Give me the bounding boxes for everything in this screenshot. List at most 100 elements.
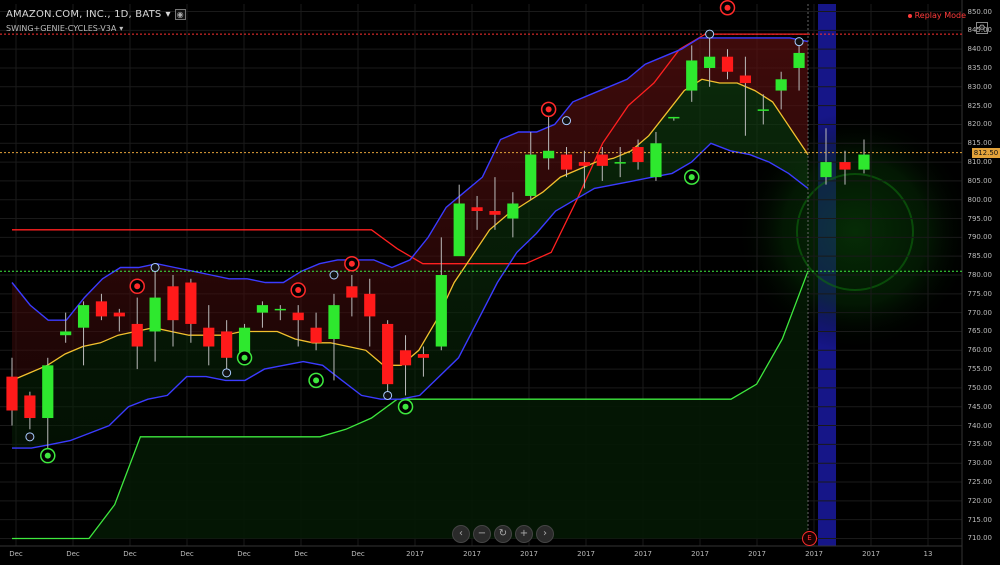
time-tick-label: 2017 xyxy=(748,550,766,558)
time-tick-label: 2017 xyxy=(463,550,481,558)
time-tick-label: Dec xyxy=(123,550,137,558)
chevron-right-icon[interactable]: › xyxy=(536,525,554,543)
price-tick-label: 805.00 xyxy=(967,176,993,185)
candle-body xyxy=(435,275,447,347)
price-tick-label: 755.00 xyxy=(967,365,993,374)
time-tick-label: Dec xyxy=(237,550,251,558)
candle-body xyxy=(471,207,483,212)
candle-body xyxy=(507,203,519,219)
symbol-dropdown-icon[interactable]: ▾ xyxy=(165,9,170,20)
time-tick-label: Dec xyxy=(294,550,308,558)
time-tick-label: 2017 xyxy=(520,550,538,558)
price-tick-label: 750.00 xyxy=(967,383,993,392)
eye-icon[interactable]: ◉ xyxy=(174,9,186,20)
candle-body xyxy=(489,211,501,215)
candle-body xyxy=(668,116,680,119)
candle-body xyxy=(6,376,18,411)
price-chart[interactable] xyxy=(0,0,1000,565)
price-tick-label: 785.00 xyxy=(967,252,993,261)
candle-body xyxy=(185,282,197,324)
price-tick-label: 800.00 xyxy=(967,195,993,204)
candle-body xyxy=(686,60,698,91)
time-tick-label: Dec xyxy=(66,550,80,558)
signal-marker-dot xyxy=(402,403,409,410)
price-tick-label: 765.00 xyxy=(967,327,993,336)
candle-body xyxy=(453,203,465,257)
signal-marker-dot xyxy=(134,283,141,290)
swing-point-marker xyxy=(329,270,339,280)
last-price-tag: 812.50 xyxy=(972,147,1000,158)
candle-body xyxy=(292,312,304,321)
candle-body xyxy=(221,331,233,358)
signal-marker-dot xyxy=(545,106,552,113)
price-tick-label: 780.00 xyxy=(967,271,993,279)
candle-body xyxy=(839,162,851,170)
price-tick-label: 810.00 xyxy=(967,158,993,167)
swing-point-marker xyxy=(25,432,35,442)
price-tick-label: 820.00 xyxy=(967,120,993,129)
replay-mode-label: Replay Mode xyxy=(914,11,966,20)
candle-body xyxy=(24,395,36,419)
candle-body xyxy=(131,323,143,347)
time-tick-label: Dec xyxy=(180,550,194,558)
candle-body xyxy=(328,305,340,339)
price-tick-label: 835.00 xyxy=(967,63,993,72)
price-tick-label: 840.00 xyxy=(967,45,993,54)
reset-icon[interactable]: ↻ xyxy=(494,525,512,543)
time-tick-label: Dec xyxy=(351,550,365,558)
signal-marker-dot xyxy=(241,354,248,361)
event-marker[interactable]: E xyxy=(802,531,817,546)
minus-icon[interactable]: − xyxy=(473,525,491,543)
swing-point-marker xyxy=(222,368,232,378)
candle-body xyxy=(42,365,54,419)
symbol-title[interactable]: AMAZON.COM, INC., 1D, BATS xyxy=(6,9,161,20)
candle-body xyxy=(704,56,716,68)
candle-body xyxy=(632,147,644,163)
candle-body xyxy=(650,143,662,178)
candle-body xyxy=(149,297,161,332)
replay-mode-badge[interactable]: Replay Mode xyxy=(907,11,966,20)
time-tick-label: 2017 xyxy=(691,550,709,558)
chart-window: AMAZON.COM, INC., 1D, BATS ▾ ◉ SWING+GEN… xyxy=(0,0,1000,565)
plus-icon[interactable]: + xyxy=(515,525,533,543)
time-tick-label: 2017 xyxy=(634,550,652,558)
candle-body xyxy=(346,286,358,298)
indicator-dropdown-icon[interactable]: ▾ xyxy=(119,24,123,33)
candle-body xyxy=(721,56,734,72)
candle-body xyxy=(525,154,537,196)
candle-body xyxy=(543,150,555,159)
candle-body xyxy=(578,162,590,166)
signal-marker-dot xyxy=(724,4,731,11)
candle-body xyxy=(417,354,430,358)
candle-body xyxy=(614,162,626,164)
candle-body xyxy=(203,327,215,347)
price-tick-label: 815.00 xyxy=(967,139,993,148)
time-tick-label: 2017 xyxy=(406,550,424,558)
signal-marker-dot xyxy=(313,377,320,384)
candle-body xyxy=(95,301,108,317)
candle-body xyxy=(739,75,751,84)
indicator-name[interactable]: SWING+GENIE-CYCLES-V3A xyxy=(6,24,116,33)
time-tick-label: 2017 xyxy=(577,550,595,558)
candle-body xyxy=(775,79,787,91)
candle-body xyxy=(793,52,805,68)
candle-body xyxy=(399,350,412,366)
time-tick-label: 2017 xyxy=(862,550,880,558)
time-tick-label: Dec xyxy=(9,550,23,558)
candle-body xyxy=(274,308,286,311)
price-tick-label: 760.00 xyxy=(967,346,993,355)
candle-body xyxy=(256,305,269,313)
signal-marker-dot xyxy=(295,287,302,294)
candle-body xyxy=(858,154,870,170)
price-tick-label: 830.00 xyxy=(967,82,993,91)
swing-point-marker xyxy=(794,37,804,47)
candle-body xyxy=(757,109,769,111)
candle-body xyxy=(60,331,72,336)
price-tick-label: 715.00 xyxy=(967,515,993,524)
price-tick-label: 790.00 xyxy=(967,233,993,242)
price-tick-label: 745.00 xyxy=(967,402,993,411)
chevron-left-icon[interactable]: ‹ xyxy=(452,525,470,543)
price-tick-label: 730.00 xyxy=(967,459,993,468)
candle-body xyxy=(596,154,608,166)
price-tick-label: 725.00 xyxy=(967,478,993,486)
